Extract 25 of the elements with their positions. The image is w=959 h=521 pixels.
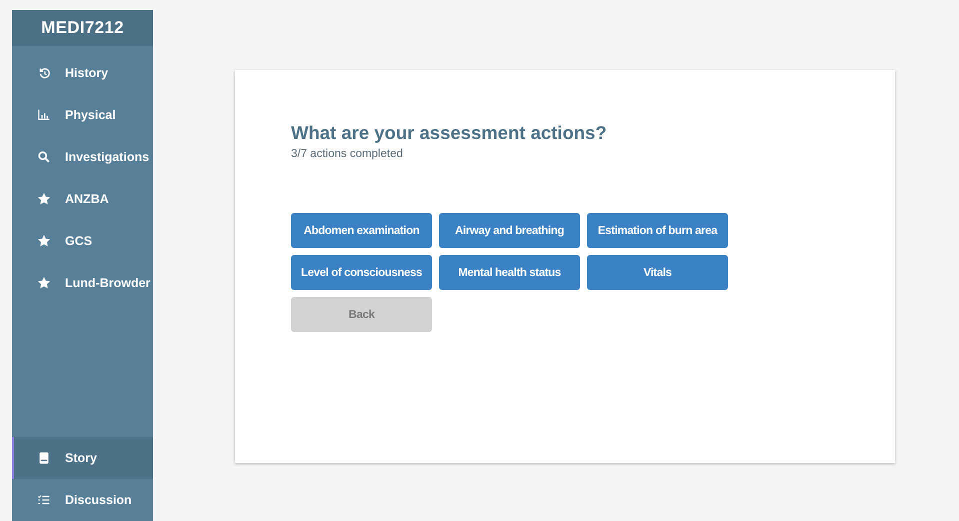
bar-chart-icon — [37, 108, 51, 122]
progress-text: 3/7 actions completed — [291, 148, 403, 160]
star-icon — [37, 276, 51, 290]
checklist-icon — [37, 493, 51, 507]
search-icon — [37, 150, 51, 164]
sidebar-item[interactable]: GCS — [12, 220, 153, 262]
sidebar-item[interactable]: Physical — [12, 94, 153, 136]
action-button[interactable]: Vitals — [587, 255, 728, 290]
sidebar-item[interactable]: Investigations — [12, 136, 153, 178]
action-button[interactable]: Abdomen examination — [291, 213, 432, 248]
action-button[interactable]: Airway and breathing — [439, 213, 580, 248]
action-button[interactable]: Mental health status — [439, 255, 580, 290]
action-button[interactable]: Level of consciousness — [291, 255, 432, 290]
sidebar-item[interactable]: Lund-Browder — [12, 262, 153, 304]
question-title: What are your assessment actions? — [291, 122, 608, 144]
sidebar-item[interactable]: Story — [12, 437, 153, 479]
star-icon — [37, 192, 51, 206]
course-title: MEDI7212 — [12, 10, 153, 46]
star-icon — [37, 234, 51, 248]
sidebar-item[interactable]: Discussion — [12, 479, 153, 521]
sidebar-item[interactable]: History — [12, 52, 153, 94]
history-icon — [37, 66, 51, 80]
action-button[interactable]: Estimation of burn area — [587, 213, 728, 248]
book-icon — [37, 451, 51, 465]
sidebar-item[interactable]: ANZBA — [12, 178, 153, 220]
